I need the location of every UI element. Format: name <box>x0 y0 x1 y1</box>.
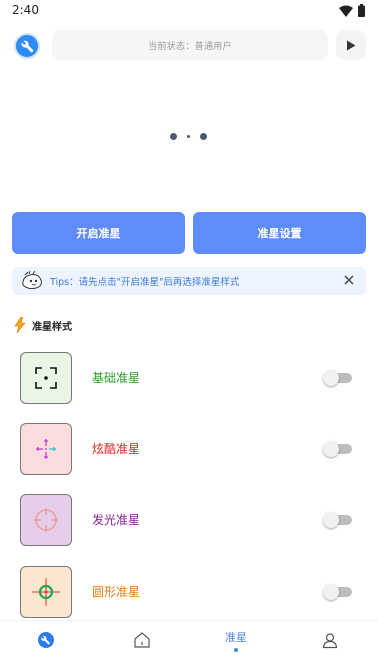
user-status-text: 当前状态：普通用户 <box>148 41 232 52</box>
glow-crosshair-thumbnail <box>20 494 72 546</box>
home-icon <box>134 632 150 648</box>
glow-crosshair-icon <box>34 508 58 532</box>
tips-banner: Tips：请先点击"开启准星"后再选择准星样式 <box>12 267 366 295</box>
basic-crosshair-icon <box>35 367 57 389</box>
style-label: 基础准星 <box>92 371 141 385</box>
tab-crosshair[interactable]: 准星 <box>216 625 256 655</box>
status-bar: 2:40 <box>0 0 378 24</box>
crosshair-settings-button[interactable]: 准星设置 <box>193 212 366 254</box>
section-header: 准星样式 <box>14 316 72 334</box>
tab-home[interactable] <box>122 631 162 661</box>
style-toggle-cool[interactable] <box>323 441 353 457</box>
crosshair-style-row-basic: 基础准星 <box>0 352 378 406</box>
basic-crosshair-thumbnail <box>20 352 72 404</box>
style-toggle-basic[interactable] <box>323 370 353 386</box>
top-bar: 当前状态：普通用户 <box>0 28 378 64</box>
cool-crosshair-thumbnail <box>20 423 72 475</box>
crosshair-style-row-glow: 发光准星 <box>0 494 378 548</box>
carousel-dot <box>200 133 207 140</box>
style-toggle-glow[interactable] <box>323 512 353 528</box>
tab-tools[interactable] <box>26 631 66 661</box>
carousel-dot-active <box>170 133 177 140</box>
section-title: 准星样式 <box>32 321 72 333</box>
crosshair-style-row-circle: 圆形准星 <box>0 566 378 620</box>
bottom-nav: 准星 <box>0 620 378 672</box>
user-status-bar: 当前状态：普通用户 <box>52 30 328 60</box>
user-icon <box>322 633 338 649</box>
tab-crosshair-label: 准星 <box>225 631 247 644</box>
tab-profile[interactable] <box>310 631 350 661</box>
play-button[interactable] <box>336 30 366 60</box>
start-crosshair-button[interactable]: 开启准星 <box>12 212 185 254</box>
carousel-indicator <box>0 133 378 143</box>
lightning-icon <box>14 317 26 333</box>
crosshair-settings-label: 准星设置 <box>257 227 302 240</box>
style-label: 发光准星 <box>92 513 141 527</box>
circle-crosshair-icon <box>32 578 60 606</box>
crosshair-style-row-cool: 炫酷准星 <box>0 423 378 477</box>
close-icon[interactable] <box>342 273 356 287</box>
wrench-badge-icon <box>38 632 54 648</box>
wrench-icon <box>21 40 33 52</box>
play-icon <box>347 40 356 50</box>
status-time: 2:40 <box>12 3 39 17</box>
style-label: 炫酷准星 <box>92 442 141 456</box>
cool-crosshair-icon <box>36 439 56 459</box>
battery-icon <box>358 4 365 17</box>
wrench-logo-button[interactable] <box>14 33 40 59</box>
tips-text: Tips：请先点击"开启准星"后再选择准星样式 <box>50 277 240 288</box>
style-toggle-circle[interactable] <box>323 584 353 600</box>
circle-crosshair-thumbnail <box>20 566 72 618</box>
active-tab-indicator <box>234 648 238 652</box>
start-crosshair-label: 开启准星 <box>76 227 121 240</box>
style-label: 圆形准星 <box>92 585 141 599</box>
carousel-dot <box>187 135 190 138</box>
wifi-icon <box>339 5 353 17</box>
tips-mascot-icon <box>22 271 42 290</box>
